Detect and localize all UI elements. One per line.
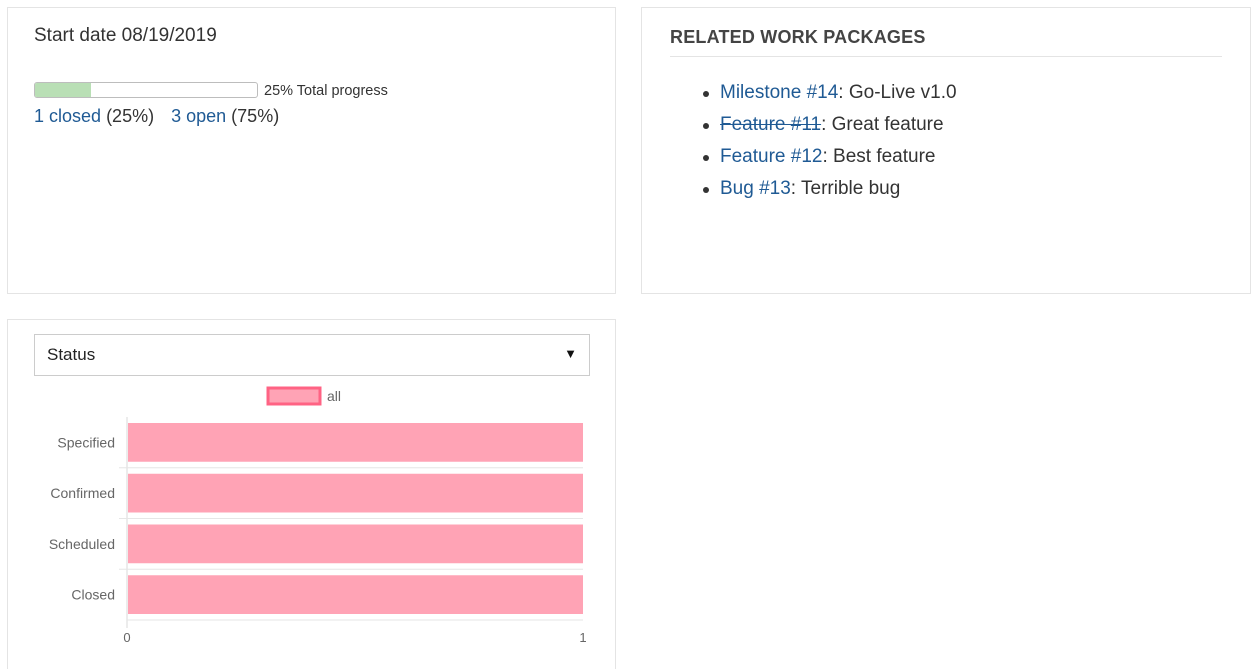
work-package-link[interactable]: Milestone #14 (720, 82, 838, 103)
work-package-subject: : Best feature (822, 146, 936, 167)
work-package-link[interactable]: Feature #12 (720, 146, 822, 167)
related-work-packages-title: RELATED WORK PACKAGES (670, 27, 926, 47)
closed-percent: (25%) (106, 106, 155, 126)
closed-open-counts: 1 closed (25%) 3 open (75%) (34, 106, 279, 127)
status-chart-card: all Specified Confirmed Scheduled Closed 0 1 S… (7, 319, 616, 669)
list-item: Milestone #14: Go-Live v1.0 (702, 80, 957, 112)
title-divider (670, 56, 1222, 57)
version-progress-card: Start date 08/19/2019 25% Total progress… (7, 7, 616, 294)
x-tick-label: 1 (579, 630, 586, 645)
x-tick-label: 0 (123, 630, 130, 645)
open-work-packages-link[interactable]: 3 open (171, 106, 226, 126)
work-package-link[interactable]: Bug #13 (720, 178, 791, 199)
work-package-subject: : Go-Live v1.0 (838, 82, 957, 103)
bar (128, 575, 583, 614)
legend-label: all (327, 388, 341, 404)
work-package-link[interactable]: Feature #11 (720, 114, 821, 135)
list-item: Bug #13: Terrible bug (702, 176, 957, 208)
related-work-packages-card: RELATED WORK PACKAGES Milestone #14: Go-… (641, 7, 1251, 294)
triangle-down-icon: ▼ (564, 346, 577, 361)
category-label: Closed (71, 587, 115, 603)
total-progress-fill (35, 83, 91, 97)
closed-work-packages-link[interactable]: 1 closed (34, 106, 101, 126)
open-percent: (75%) (231, 106, 280, 126)
group-by-selected-value: Status (47, 345, 96, 364)
bar (128, 524, 583, 564)
category-label: Specified (57, 434, 115, 450)
category-label: Confirmed (50, 485, 115, 501)
work-package-subject: : Great feature (821, 114, 944, 135)
legend-swatch (266, 386, 322, 406)
related-work-packages-list: Milestone #14: Go-Live v1.0 Feature #11:… (702, 80, 957, 208)
total-progress-label: 25% Total progress (264, 83, 388, 99)
group-by-select[interactable]: Status ▼ (34, 334, 590, 376)
work-package-subject: : Terrible bug (790, 178, 901, 199)
bar (128, 473, 583, 513)
total-progress-bar (34, 82, 258, 98)
start-date-label: Start date 08/19/2019 (34, 25, 217, 46)
bar (128, 423, 583, 462)
category-label: Scheduled (49, 536, 115, 552)
list-item: Feature #12: Best feature (702, 144, 957, 176)
list-item: Feature #11: Great feature (702, 112, 957, 144)
